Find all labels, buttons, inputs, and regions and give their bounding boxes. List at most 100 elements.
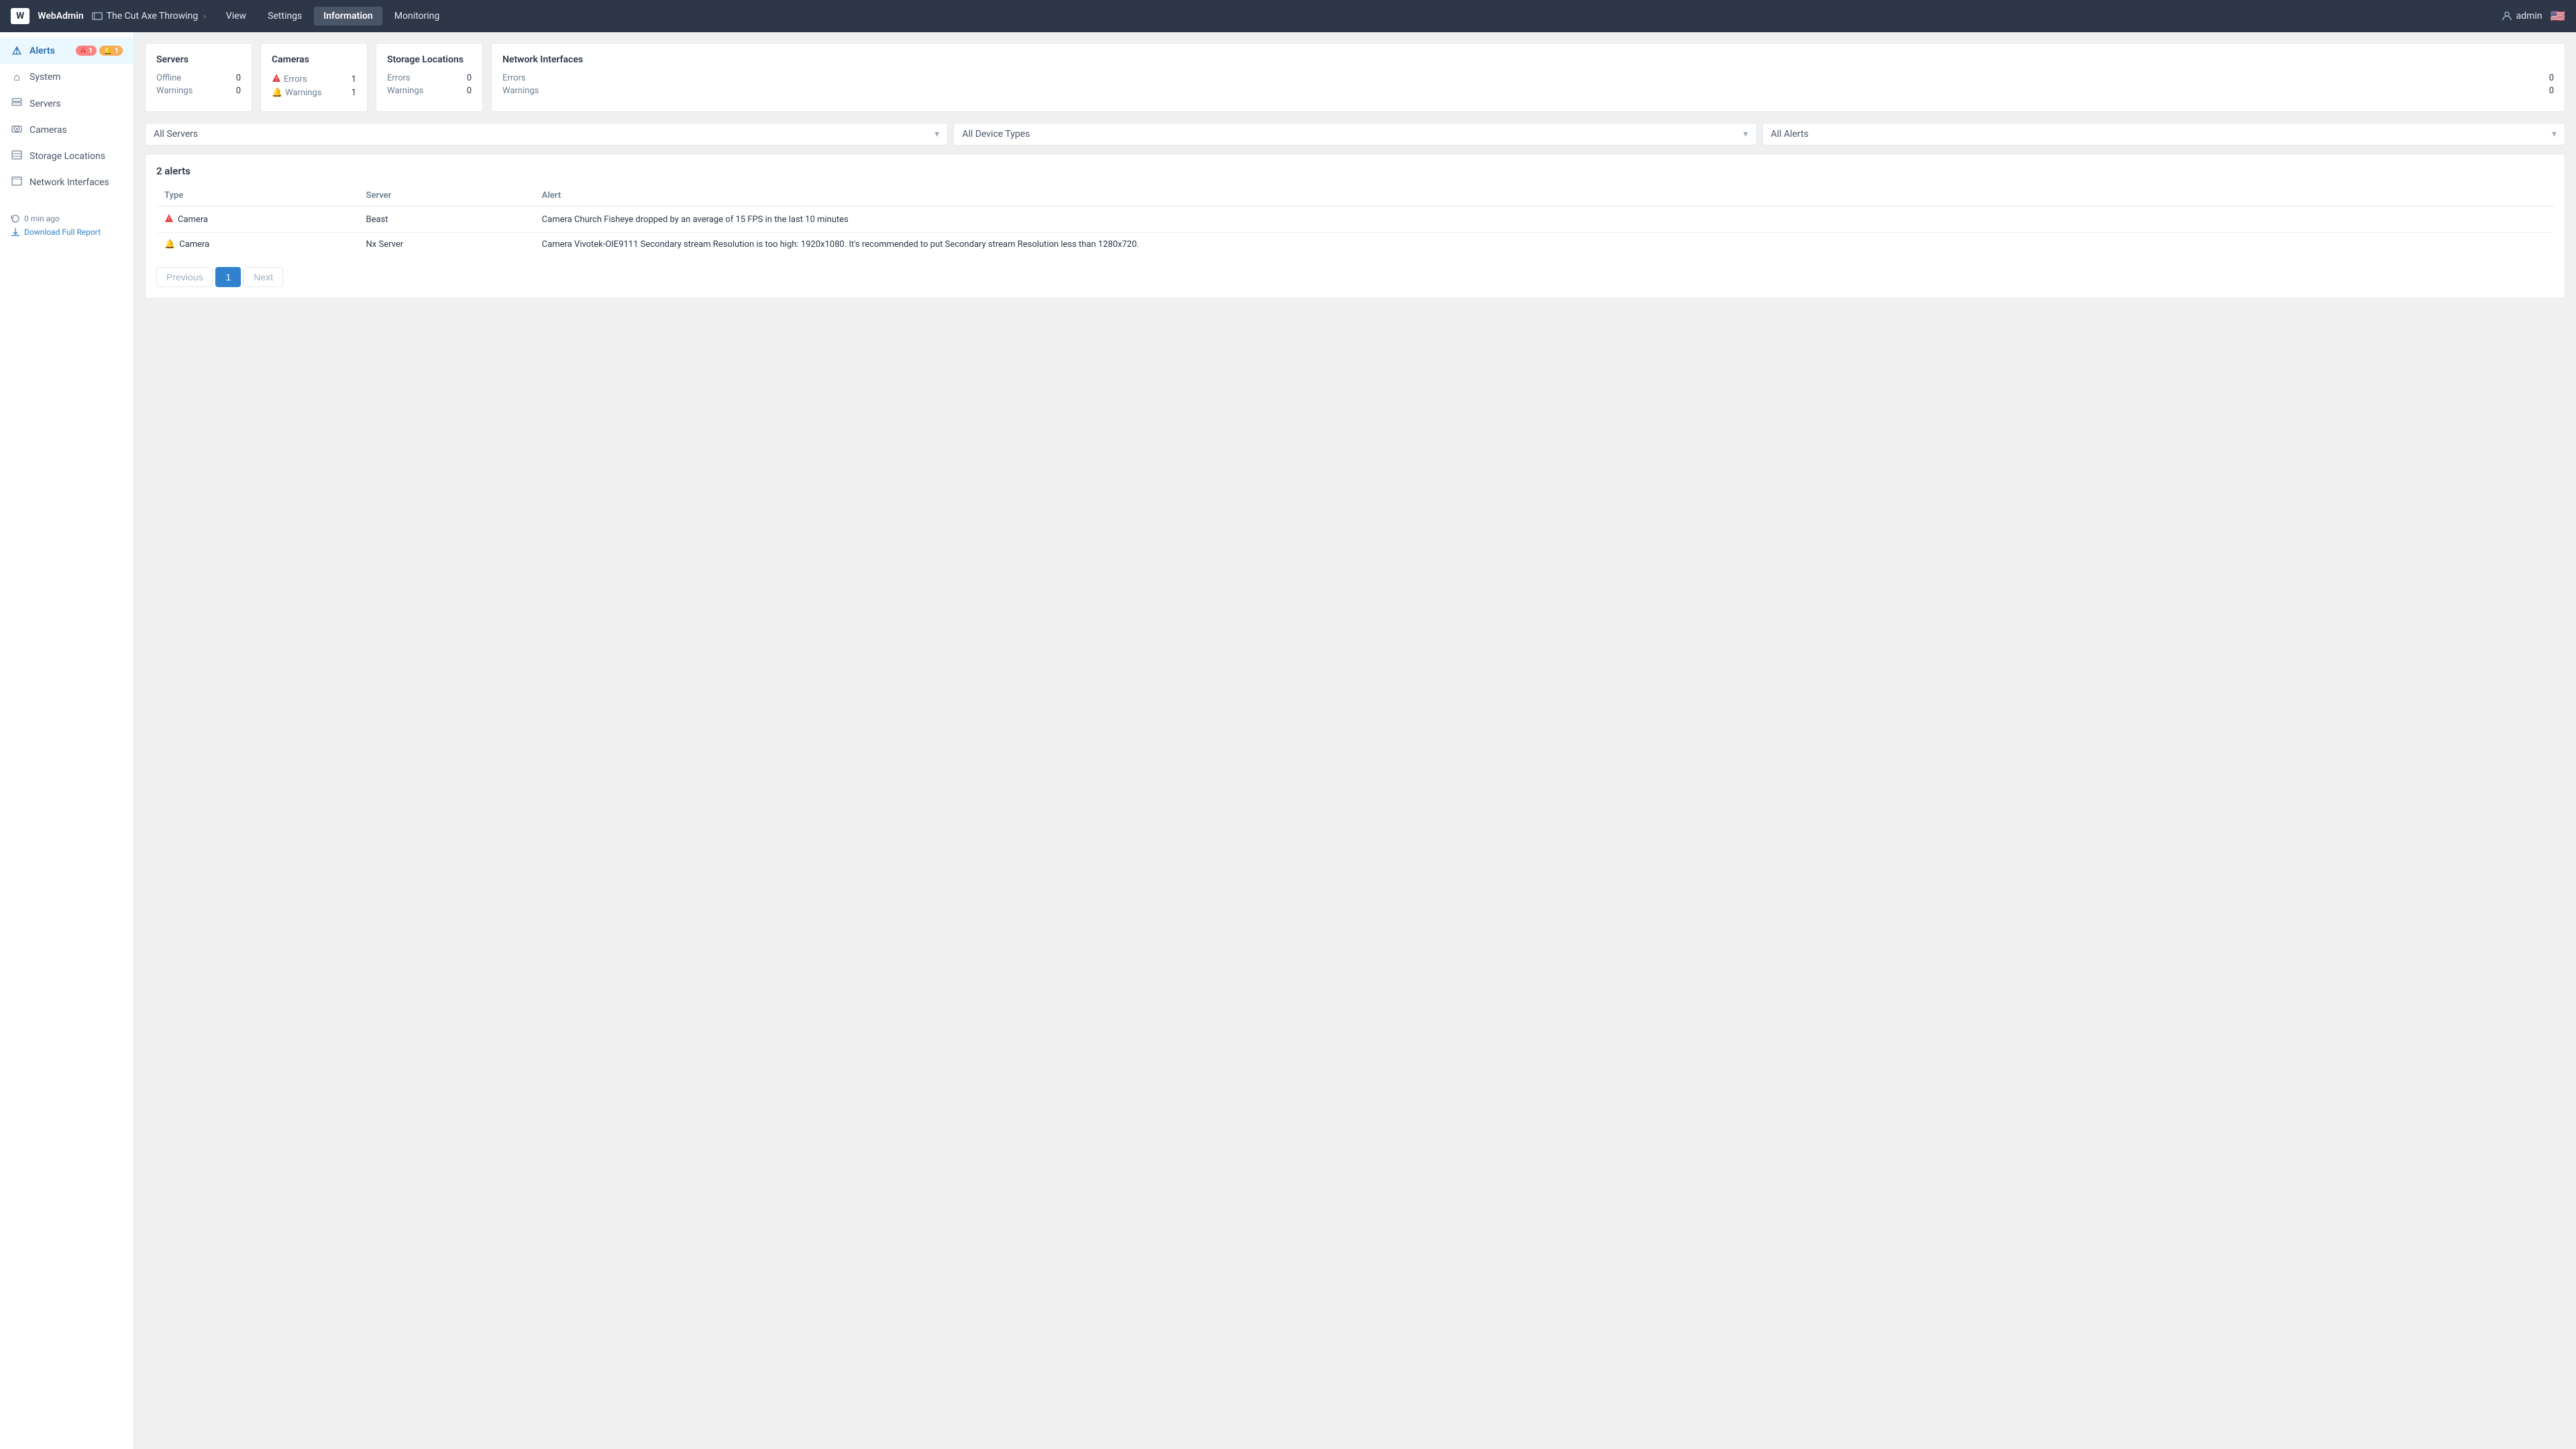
network-card-title: Network Interfaces [502, 54, 2554, 65]
user-icon [2502, 11, 2512, 21]
language-flag[interactable]: 🇺🇸 [2551, 9, 2565, 23]
alerts-icon: ⚠ [11, 44, 23, 57]
sidebar-cameras-label: Cameras [30, 125, 67, 136]
alert-server-cell: Nx Server [358, 233, 534, 257]
pagination: Previous 1 Next [156, 267, 2554, 287]
alert-type-label: Camera [178, 215, 208, 225]
alert-warning-icon: 🔔 [164, 239, 175, 250]
sidebar-servers-label: Servers [30, 99, 61, 109]
device-type-filter-label: All Device Types [962, 129, 1030, 140]
alerts-filter[interactable]: All Alerts ▾ [1762, 123, 2565, 146]
servers-warnings-value: 0 [236, 86, 241, 96]
app-name: WebAdmin [38, 11, 83, 21]
cameras-warnings-label: Warnings [285, 88, 321, 98]
cameras-errors-value: 1 [352, 74, 356, 85]
table-row: 🔔 Camera Nx ServerCamera Vivotek-OIE9111 S… [156, 233, 2554, 257]
servers-offline-value: 0 [236, 73, 241, 83]
storage-card: Storage Locations Errors 0 Warnings 0 [376, 43, 483, 112]
alerts-badges: ! 1 🔔 1 [76, 46, 123, 56]
cameras-warnings-value: 1 [352, 88, 356, 98]
alerts-filter-label: All Alerts [1771, 129, 1809, 140]
sidebar-storage-label: Storage Locations [30, 151, 105, 162]
device-type-filter[interactable]: All Device Types ▾ [953, 123, 1756, 146]
storage-warnings-row: Warnings 0 [387, 86, 472, 96]
svg-text:!: ! [168, 217, 170, 222]
site-name[interactable]: The Cut Axe Throwing [92, 11, 199, 21]
layout: ⚠ Alerts ! 1 🔔 1 ⌂ System [0, 32, 2576, 1449]
cameras-errors-row: ! Errors 1 [272, 73, 356, 85]
alert-message-cell: Camera Church Fisheye dropped by an aver… [534, 207, 2554, 233]
nav-settings[interactable]: Settings [258, 7, 311, 25]
sidebar-item-network[interactable]: Network Interfaces [0, 169, 133, 195]
sidebar-item-storage[interactable]: Storage Locations [0, 143, 133, 169]
storage-warnings-value: 0 [467, 86, 472, 96]
next-button[interactable]: Next [244, 267, 283, 287]
nav-information[interactable]: Information [314, 7, 382, 25]
alerts-count: 2 alerts [156, 165, 2554, 177]
cameras-error-icon: ! [272, 73, 281, 85]
filters-row: All Servers ▾ All Device Types ▾ All Ale… [145, 123, 2565, 146]
col-server: Server [358, 185, 534, 207]
header-right: admin 🇺🇸 [2502, 9, 2565, 23]
storage-card-title: Storage Locations [387, 54, 472, 65]
nav-view[interactable]: View [217, 7, 256, 25]
col-alert: Alert [534, 185, 2554, 207]
cameras-card: Cameras ! Errors 1 [260, 43, 368, 112]
network-warnings-label: Warnings [502, 86, 539, 96]
network-warnings-row: Warnings 0 [502, 86, 2554, 96]
servers-offline-label: Offline [156, 73, 181, 83]
servers-warnings-label: Warnings [156, 86, 193, 96]
cameras-errors-label: Errors [284, 74, 307, 85]
device-type-filter-chevron: ▾ [1743, 129, 1748, 140]
main-content: Servers Offline 0 Warnings 0 Cameras [134, 32, 2576, 1449]
logo: W [11, 8, 30, 24]
alert-type-group: 🔔 Camera [164, 239, 350, 250]
sidebar-item-alerts[interactable]: ⚠ Alerts ! 1 🔔 1 [0, 38, 133, 64]
alert-type-label: Camera [179, 239, 209, 250]
network-icon [11, 176, 23, 189]
site-icon [92, 11, 103, 21]
breadcrumb-separator: › [203, 11, 206, 21]
storage-errors-value: 0 [467, 73, 472, 83]
download-icon [11, 227, 20, 237]
refresh-time: 0 min ago [11, 214, 123, 223]
sidebar-item-servers[interactable]: Servers [0, 91, 133, 117]
system-icon: ⌂ [11, 70, 23, 84]
alert-message-cell: Camera Vivotek-OIE9111 Secondary stream … [534, 233, 2554, 257]
alert-type-cell: 🔔 Camera [156, 233, 358, 257]
nav-monitoring[interactable]: Monitoring [385, 7, 449, 25]
sidebar-item-cameras[interactable]: Cameras [0, 117, 133, 143]
storage-errors-label: Errors [387, 73, 411, 83]
servers-warnings-row: Warnings 0 [156, 86, 241, 96]
servers-offline-row: Offline 0 [156, 73, 241, 83]
download-report[interactable]: Download Full Report [11, 227, 123, 237]
cameras-card-title: Cameras [272, 54, 356, 65]
servers-card: Servers Offline 0 Warnings 0 [145, 43, 252, 112]
cameras-warnings-label-group: 🔔 Warnings [272, 88, 322, 98]
servers-filter-chevron: ▾ [934, 129, 939, 140]
header: W WebAdmin The Cut Axe Throwing › View S… [0, 0, 2576, 32]
sidebar-alerts-label: Alerts [30, 46, 55, 56]
sidebar-network-label: Network Interfaces [30, 177, 109, 188]
servers-card-title: Servers [156, 54, 241, 65]
page-1-button[interactable]: 1 [215, 267, 241, 287]
alert-server-cell: Beast [358, 207, 534, 233]
sidebar-system-label: System [30, 72, 60, 83]
network-card: Network Interfaces Errors 0 Warnings 0 [491, 43, 2565, 112]
previous-button[interactable]: Previous [156, 267, 213, 287]
user-menu[interactable]: admin [2502, 11, 2542, 21]
col-type: Type [156, 185, 358, 207]
alerts-section: 2 alerts Type Server Alert ! Camera Beast… [145, 154, 2565, 299]
servers-filter[interactable]: All Servers ▾ [145, 123, 948, 146]
alert-error-icon: ! [164, 213, 174, 225]
alerts-error-badge: ! 1 [76, 46, 97, 56]
sidebar-item-system[interactable]: ⌂ System [0, 64, 133, 91]
download-label: Download Full Report [24, 227, 101, 237]
network-errors-row: Errors 0 [502, 73, 2554, 83]
cameras-icon [11, 123, 23, 136]
site-label: The Cut Axe Throwing [107, 11, 199, 21]
network-svg-icon [11, 176, 22, 186]
user-label: admin [2516, 11, 2542, 21]
header-nav: View Settings Information Monitoring [217, 7, 449, 25]
storage-warnings-label: Warnings [387, 86, 423, 96]
